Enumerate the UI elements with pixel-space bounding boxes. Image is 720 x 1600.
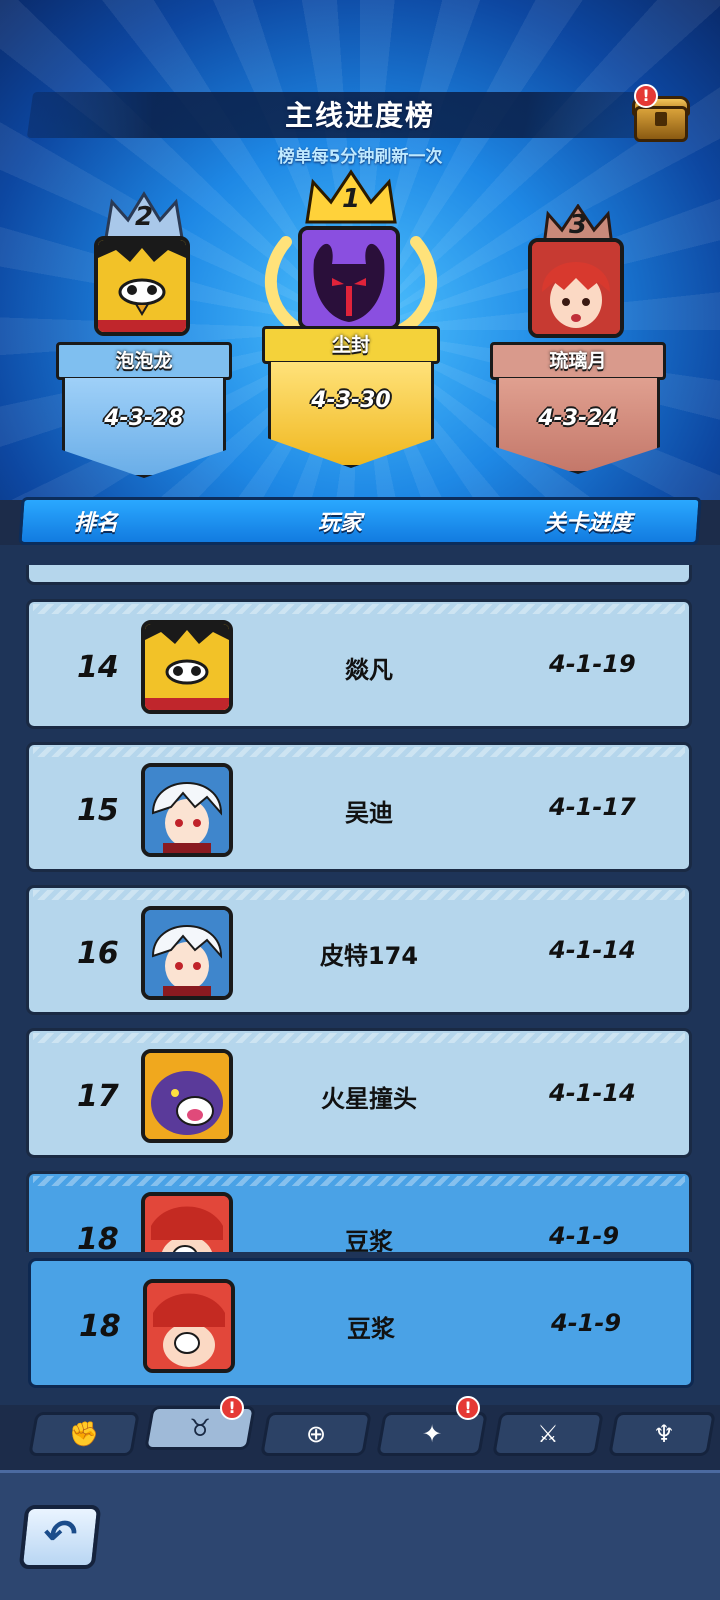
table-row[interactable]: 16 皮特174 4-1-14 (26, 885, 692, 1015)
demon-helmet-icon: ♆ (653, 1420, 675, 1448)
red-hair-girl-icon (528, 238, 624, 338)
sword-icon: ⚔ (537, 1420, 559, 1448)
white-hair-boy-icon (141, 906, 233, 1000)
alert-badge: ! (456, 1396, 480, 1420)
row-rank: 18 (77, 1222, 119, 1252)
podium-name: 泡泡龙 (56, 342, 232, 380)
podium-progress: 4-3-24 (538, 406, 618, 431)
podium-name: 琉璃月 (490, 342, 666, 380)
scatter-icon: ✦ (421, 1420, 443, 1448)
rank-column-header: 排名 (74, 511, 119, 536)
podium-progress: 4-3-28 (104, 406, 184, 431)
reward-chest-button[interactable]: ! (632, 84, 690, 144)
leaderboard-tab-bar: ✊ ♉ ! ⊕ ✦ ! ⚔ ♆ (0, 1396, 720, 1460)
row-progress: 4-1-9 (549, 1222, 620, 1250)
red-crab-icon (143, 1279, 235, 1373)
yellow-monster-icon (141, 620, 233, 714)
place-number: 2 (134, 202, 154, 232)
row-rank: 15 (77, 793, 119, 828)
alert-badge: ! (634, 84, 658, 108)
yellow-monster-icon (94, 236, 190, 336)
podium-third[interactable]: 3 琉璃月 4-3-24 (488, 200, 668, 480)
table-row[interactable]: 17 火星撞头 4-1-14 (26, 1028, 692, 1158)
table-row-self[interactable]: 18 豆浆 4-1-9 (26, 1171, 692, 1252)
purple-demon-icon (298, 226, 400, 330)
podium-shield (268, 362, 434, 468)
row-progress: 4-1-9 (551, 1309, 622, 1337)
chest-lock-icon (655, 112, 667, 126)
row-rank: 18 (79, 1309, 121, 1344)
row-player-name: 吴迪 (345, 799, 393, 827)
my-rank-row[interactable]: 18 豆浆 4-1-9 (28, 1258, 694, 1388)
row-progress: 4-1-19 (549, 650, 636, 678)
table-row[interactable]: 14 燚凡 4-1-19 (26, 599, 692, 729)
row-rank: 14 (77, 650, 119, 685)
player-column-header: 玩家 (318, 511, 363, 536)
place-number: 3 (568, 210, 588, 240)
leaderboard-list[interactable]: 14 燚凡 4-1-19 15 吴迪 4-1-17 16 皮特174 4-1-1… (0, 565, 720, 1252)
place-number: 1 (341, 184, 361, 214)
row-rank: 16 (77, 936, 119, 971)
row-progress: 4-1-14 (549, 936, 636, 964)
target-icon: ⊕ (305, 1420, 327, 1448)
back-button[interactable]: ↶ (18, 1505, 102, 1569)
progress-column-header: 关卡进度 (544, 511, 633, 536)
row-player-name: 火星撞头 (321, 1085, 417, 1113)
podium-name: 尘封 (262, 326, 440, 364)
table-row[interactable]: 15 吴迪 4-1-17 (26, 742, 692, 872)
alert-badge: ! (220, 1396, 244, 1420)
row-player-name: 皮特174 (319, 942, 419, 970)
podium-first[interactable]: 1 尘封 4-3-30 (262, 160, 440, 470)
podium-progress: 4-3-30 (311, 388, 391, 413)
row-progress: 4-1-14 (549, 1079, 636, 1107)
white-hair-boy-icon (141, 763, 233, 857)
podium-second[interactable]: 2 泡泡龙 4-3-28 (54, 180, 234, 480)
row-rank: 17 (77, 1079, 119, 1114)
row-player-name: 燚凡 (345, 656, 393, 684)
bottom-bar (0, 1470, 720, 1600)
purple-beast-icon (141, 1049, 233, 1143)
red-crab-icon (141, 1192, 233, 1252)
page-title: 主线进度榜 (284, 99, 435, 132)
table-row[interactable] (26, 565, 692, 585)
row-progress: 4-1-17 (549, 793, 636, 821)
row-player-name: 豆浆 (347, 1315, 395, 1343)
fist-icon: ✊ (69, 1420, 99, 1448)
back-arrow-icon: ↶ (41, 1512, 80, 1558)
row-player-name: 豆浆 (345, 1228, 393, 1252)
